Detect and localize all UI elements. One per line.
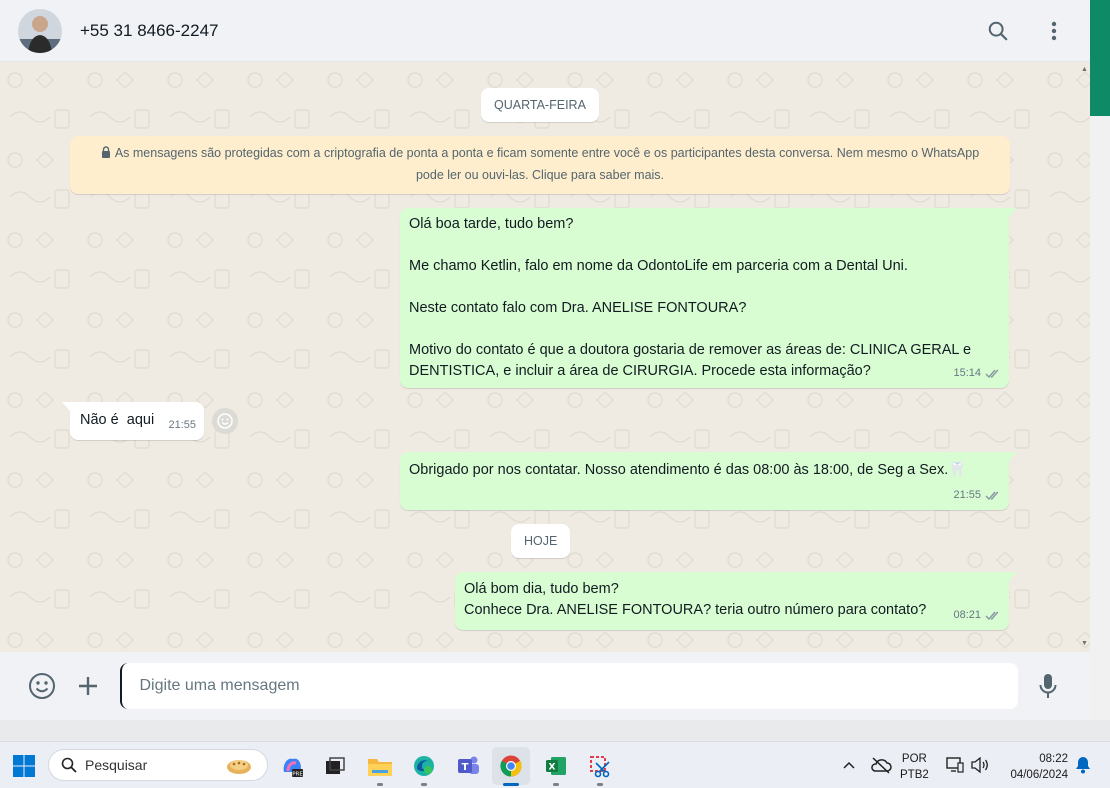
excel-icon: X bbox=[546, 757, 566, 775]
task-view-icon bbox=[326, 757, 345, 774]
contact-avatar[interactable] bbox=[18, 8, 62, 53]
cloud-offline-icon[interactable] bbox=[870, 756, 892, 774]
taskbar-search[interactable]: Pesquisar bbox=[48, 749, 268, 781]
chat-scroll-down-arrow[interactable]: ▼ bbox=[1081, 640, 1088, 647]
network-icon[interactable] bbox=[946, 757, 964, 773]
taskbar-chrome[interactable] bbox=[492, 747, 530, 786]
active-indicator bbox=[503, 783, 519, 786]
double-check-icon bbox=[985, 611, 999, 621]
search-icon bbox=[61, 757, 77, 773]
message-meta: 21:55 bbox=[953, 485, 1001, 506]
microphone-icon bbox=[1039, 674, 1057, 698]
message-input[interactable] bbox=[119, 663, 1019, 709]
system-clock[interactable]: 08:22 04/06/2024 bbox=[998, 751, 1068, 783]
message-text: Não é aqui bbox=[80, 412, 155, 428]
message-text: Motivo do contato é que a doutora gostar… bbox=[409, 342, 972, 379]
message-list[interactable]: QUARTA-FEIRA As mensagens são protegidas… bbox=[0, 62, 1090, 652]
attach-button[interactable] bbox=[68, 666, 108, 706]
search-button[interactable] bbox=[980, 13, 1016, 49]
folder-icon bbox=[368, 759, 392, 776]
taskbar-copilot[interactable]: PRE bbox=[273, 747, 311, 785]
teams-icon: T bbox=[458, 756, 479, 774]
chat-header: +55 31 8466-2247 bbox=[0, 0, 1090, 62]
message-text: Obrigado por nos contatar. Nosso atendim… bbox=[409, 462, 949, 478]
svg-text:T: T bbox=[462, 762, 469, 773]
taskbar-excel[interactable]: X bbox=[537, 747, 575, 786]
snipping-tool-icon bbox=[590, 756, 610, 778]
message-outgoing[interactable]: Olá boa tarde, tudo bem? Me chamo Ketlin… bbox=[400, 208, 1017, 388]
menu-button[interactable] bbox=[1036, 13, 1072, 49]
message-text: Olá boa tarde, tudo bem? bbox=[409, 216, 574, 232]
keyboard-layout: PTB2 bbox=[900, 769, 929, 781]
message-text: Olá bom dia, tudo bem? bbox=[464, 581, 619, 597]
taskbar-search-label: Pesquisar bbox=[85, 757, 148, 773]
volume-icon[interactable] bbox=[970, 757, 990, 773]
taskbar-teams[interactable]: T bbox=[449, 747, 487, 785]
chat-scroll-up-arrow[interactable]: ▲ bbox=[1081, 66, 1088, 73]
message-meta: 21:55 bbox=[168, 415, 196, 436]
date-divider-today: HOJE bbox=[511, 524, 571, 558]
message-time: 15:14 bbox=[953, 367, 981, 379]
clock-time: 08:22 bbox=[1039, 753, 1068, 765]
running-indicator bbox=[553, 783, 559, 786]
composer bbox=[0, 652, 1090, 720]
taskbar-edge[interactable] bbox=[405, 747, 443, 786]
search-icon bbox=[988, 21, 1008, 40]
emoji-button[interactable] bbox=[22, 666, 62, 706]
emoji-icon bbox=[28, 673, 55, 699]
message-time: 08:21 bbox=[953, 609, 981, 621]
message-incoming[interactable]: Não é aqui 21:55 bbox=[62, 402, 204, 440]
running-indicator bbox=[377, 783, 383, 786]
window-bottom-edge bbox=[0, 720, 1090, 741]
message-time: 21:55 bbox=[953, 489, 981, 501]
windows-taskbar: Pesquisar PRE T X POR PTB2 08:22 04/06/2 bbox=[0, 741, 1110, 788]
date-divider-wednesday: QUARTA-FEIRA bbox=[481, 88, 599, 122]
tooth-emoji: 🦷 bbox=[948, 462, 967, 478]
message-text: Me chamo Ketlin, falo em nome da OdontoL… bbox=[409, 258, 908, 274]
encryption-notice[interactable]: As mensagens são protegidas com a cripto… bbox=[70, 136, 1010, 194]
smiley-icon bbox=[217, 413, 233, 429]
language-code: POR bbox=[901, 753, 927, 765]
taskbar-snipping-tool[interactable] bbox=[581, 747, 619, 786]
react-button[interactable] bbox=[212, 408, 238, 434]
edge-browser-icon bbox=[414, 756, 434, 776]
windows-start-icon[interactable] bbox=[12, 754, 36, 778]
clock-date: 04/06/2024 bbox=[1010, 769, 1068, 781]
message-outgoing[interactable]: Olá bom dia, tudo bem? Conhece Dra. ANEL… bbox=[455, 572, 1017, 630]
contact-name[interactable]: +55 31 8466-2247 bbox=[80, 21, 219, 41]
encryption-notice-text: As mensagens são protegidas com a cripto… bbox=[114, 146, 980, 182]
double-check-icon bbox=[985, 491, 999, 501]
message-text: Neste contato falo com Dra. ANELISE FONT… bbox=[409, 300, 747, 316]
voice-message-button[interactable] bbox=[1028, 666, 1068, 706]
taskbar-task-view[interactable] bbox=[316, 747, 354, 785]
window-scrollbar-thumb[interactable] bbox=[1090, 0, 1110, 116]
kebab-menu-icon bbox=[1051, 21, 1057, 40]
running-indicator bbox=[597, 783, 603, 786]
plus-icon bbox=[78, 677, 97, 695]
message-meta: 08:21 bbox=[953, 605, 1001, 626]
svg-text:PRE: PRE bbox=[292, 772, 303, 778]
taskbar-file-explorer[interactable] bbox=[361, 747, 399, 786]
search-highlight-icon bbox=[227, 760, 251, 774]
message-meta: 15:14 bbox=[953, 363, 1001, 384]
input-language[interactable]: POR PTB2 bbox=[900, 751, 929, 783]
chevron-up-icon[interactable] bbox=[843, 760, 855, 770]
running-indicator bbox=[421, 783, 427, 786]
message-outgoing[interactable]: Obrigado por nos contatar. Nosso atendim… bbox=[400, 452, 1017, 510]
message-text: Conhece Dra. ANELISE FONTOURA? teria out… bbox=[464, 602, 927, 618]
chrome-icon bbox=[500, 755, 522, 777]
message-time: 21:55 bbox=[168, 419, 196, 431]
copilot-icon: PRE bbox=[283, 758, 303, 778]
notification-bell-icon[interactable] bbox=[1075, 756, 1091, 774]
lock-icon bbox=[101, 146, 110, 158]
svg-text:X: X bbox=[549, 763, 556, 773]
double-check-icon bbox=[985, 369, 999, 379]
